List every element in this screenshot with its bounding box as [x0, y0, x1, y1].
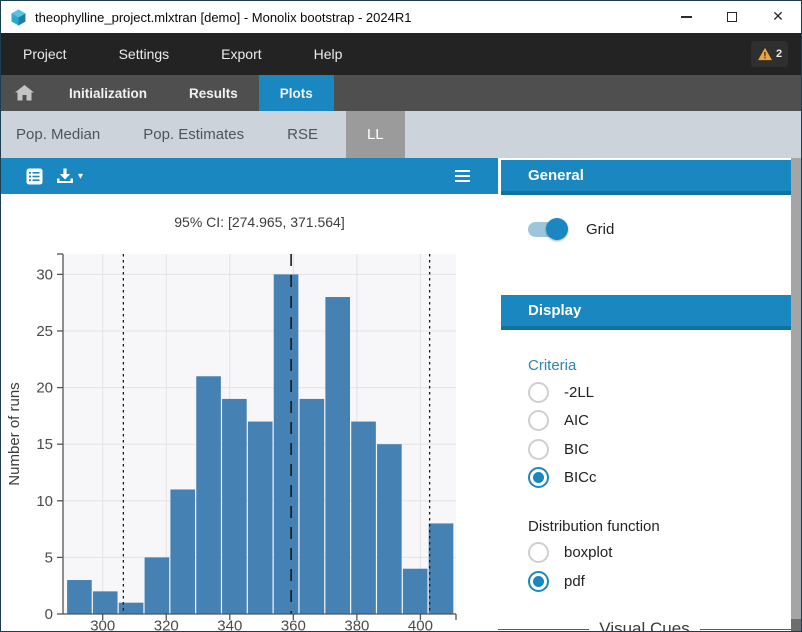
radio-icon — [528, 382, 549, 403]
monolix-app-icon — [10, 9, 27, 26]
svg-text:400: 400 — [408, 618, 433, 632]
grid-toggle-row: Grid — [528, 221, 614, 238]
sidebar-scrollbar[interactable] — [791, 158, 802, 632]
distribution-option-label: pdf — [564, 573, 585, 590]
general-section-header[interactable]: General — [501, 160, 791, 195]
divider — [498, 629, 589, 630]
plot-area: 300 320 340 360 380 400 0 5 10 15 20 25 30 Number of … — [1, 194, 498, 632]
plot-panel: ▾ 300 320 340 360 380 400 0 5 10 15 20 25 30 Number o… — [1, 158, 498, 632]
radio-selected-icon — [528, 467, 549, 488]
download-icon — [56, 168, 74, 184]
main-tab-bar: Initialization Results Plots — [1, 75, 801, 111]
display-section-header[interactable]: Display — [501, 295, 791, 330]
distribution-radio-boxplot[interactable]: boxplot — [528, 542, 612, 563]
distribution-radio-pdf[interactable]: pdf — [528, 571, 585, 592]
criteria-radio-2ll[interactable]: -2LL — [528, 382, 594, 403]
menu-project[interactable]: Project — [23, 36, 67, 72]
legend-button[interactable] — [26, 168, 43, 185]
plot-toolbar: ▾ — [1, 158, 498, 194]
warning-count: 2 — [776, 48, 782, 60]
title-bar: theophylline_project.mlxtran [demo] - Mo… — [1, 1, 801, 33]
svg-text:!: ! — [763, 50, 766, 60]
criteria-option-label: -2LL — [564, 384, 594, 401]
svg-text:320: 320 — [154, 618, 179, 632]
svg-text:360: 360 — [281, 618, 306, 632]
criteria-option-label: AIC — [564, 412, 589, 429]
maximize-icon — [727, 12, 737, 22]
grid-toggle[interactable] — [528, 222, 566, 237]
svg-text:30: 30 — [36, 266, 53, 283]
legend-list-icon — [26, 168, 43, 185]
tab-initialization[interactable]: Initialization — [48, 75, 168, 111]
general-section-title: General — [528, 167, 584, 184]
radio-icon — [528, 439, 549, 460]
warning-icon: ! — [757, 47, 773, 61]
criteria-group-label: Criteria — [528, 357, 576, 374]
svg-text:340: 340 — [217, 618, 242, 632]
menu-bar: Project Settings Export Help ! 2 — [1, 33, 801, 75]
home-button[interactable] — [1, 75, 48, 111]
window-title: theophylline_project.mlxtran [demo] - Mo… — [35, 10, 411, 25]
confidence-interval-title: 95% CI: [274.965, 371.564] — [63, 214, 456, 230]
menu-help[interactable]: Help — [314, 36, 343, 72]
subtab-pop-estimates[interactable]: Pop. Estimates — [128, 111, 259, 158]
export-plot-button[interactable]: ▾ — [56, 168, 83, 184]
warnings-button[interactable]: ! 2 — [751, 41, 788, 67]
toggle-knob-icon — [546, 218, 568, 240]
subtab-ll[interactable]: LL — [346, 111, 405, 158]
distribution-option-label: boxplot — [564, 544, 612, 561]
content-area: ▾ 300 320 340 360 380 400 0 5 10 15 20 25 30 Number o… — [1, 158, 802, 632]
maximize-button[interactable] — [709, 1, 755, 33]
divider — [700, 629, 791, 630]
radio-selected-icon — [528, 571, 549, 592]
svg-text:10: 10 — [36, 493, 53, 510]
criteria-option-label: BICc — [564, 469, 597, 486]
menu-export[interactable]: Export — [221, 36, 261, 72]
distribution-group-label: Distribution function — [528, 518, 660, 535]
criteria-option-label: BIC — [564, 441, 589, 458]
home-icon — [15, 85, 34, 101]
criteria-radio-bicc[interactable]: BICc — [528, 467, 597, 488]
minimize-icon — [681, 16, 692, 18]
tab-results[interactable]: Results — [168, 75, 259, 111]
app-window: theophylline_project.mlxtran [demo] - Mo… — [0, 0, 802, 632]
chevron-down-icon: ▾ — [78, 171, 83, 182]
display-section-title: Display — [528, 302, 581, 319]
close-button[interactable]: ✕ — [755, 1, 801, 33]
radio-icon — [528, 542, 549, 563]
svg-text:25: 25 — [36, 323, 53, 340]
grid-toggle-label: Grid — [586, 221, 614, 238]
settings-sidebar: General Grid Display Criteria -2LL AIC B… — [498, 158, 791, 632]
visual-cues-title: Visual Cues — [599, 619, 689, 632]
svg-text:15: 15 — [36, 436, 53, 453]
subtab-rse[interactable]: RSE — [272, 111, 333, 158]
subtab-pop-median[interactable]: Pop. Median — [1, 111, 115, 158]
criteria-radio-aic[interactable]: AIC — [528, 410, 589, 431]
scrollbar-thumb[interactable] — [791, 158, 802, 619]
minimize-button[interactable] — [663, 1, 709, 33]
radio-icon — [528, 410, 549, 431]
visual-cues-section-header[interactable]: Visual Cues — [498, 619, 791, 632]
menu-settings[interactable]: Settings — [119, 36, 170, 72]
tab-plots[interactable]: Plots — [259, 75, 334, 111]
ll-histogram-chart[interactable]: 300 320 340 360 380 400 0 5 10 15 20 25 30 Number of … — [1, 194, 498, 632]
close-icon: ✕ — [772, 9, 784, 25]
svg-text:Number of runs: Number of runs — [6, 382, 23, 485]
plot-tab-bar: Pop. Median Pop. Estimates RSE LL — [1, 111, 801, 158]
svg-text:0: 0 — [45, 606, 53, 623]
svg-text:300: 300 — [90, 618, 115, 632]
svg-text:20: 20 — [36, 380, 53, 397]
plot-settings-menu-button[interactable] — [455, 170, 470, 183]
svg-text:380: 380 — [344, 618, 369, 632]
svg-text:5: 5 — [45, 549, 53, 566]
criteria-radio-bic[interactable]: BIC — [528, 439, 589, 460]
